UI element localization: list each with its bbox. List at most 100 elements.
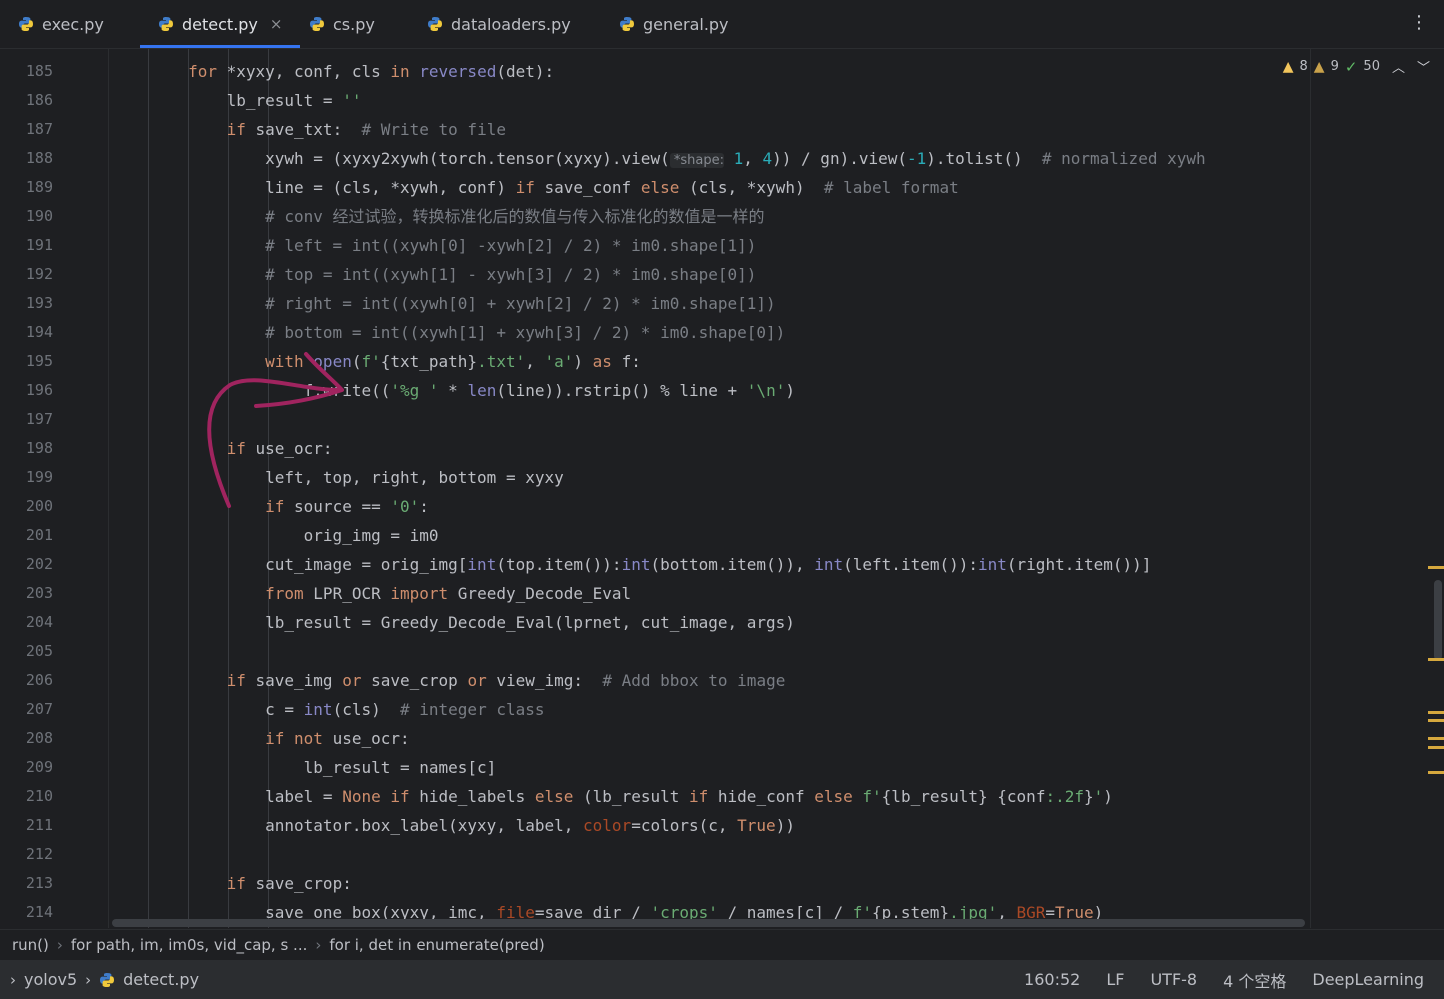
- code-token: 1: [733, 149, 744, 168]
- code-token: as: [592, 352, 622, 371]
- code-token: (right.item())]: [1006, 555, 1152, 574]
- code-line[interactable]: f.write(('%g ' * len(line)).rstrip() % l…: [111, 376, 795, 405]
- tab-detect-py[interactable]: detect.py ×: [140, 0, 301, 48]
- code-token: view_img:: [496, 671, 603, 690]
- code-editor[interactable]: 185 186 187 188 189 190 191 192 193 194 195 196 197 1…: [0, 49, 1444, 928]
- code-token: else: [814, 787, 863, 806]
- code-token: # label format: [823, 178, 959, 197]
- code-line[interactable]: line = (cls, *xywh, conf) if save_conf e…: [111, 173, 959, 202]
- code-line[interactable]: if save_img or save_crop or view_img: # …: [111, 666, 786, 695]
- warning-count: 8: [1299, 59, 1308, 74]
- line-number: 210: [25, 787, 53, 805]
- breadcrumb-item[interactable]: run(): [12, 936, 49, 954]
- code-line[interactable]: label = None if hide_labels else (lb_res…: [111, 782, 1113, 811]
- code-line[interactable]: for *xyxy, conf, cls in reversed(det):: [111, 57, 554, 86]
- tab-dataloaders-py[interactable]: dataloaders.py: [427, 0, 571, 48]
- warning-stripe-mark[interactable]: [1428, 737, 1444, 740]
- code-line[interactable]: # left = int((xywh[0] -xywh[2] / 2) * im…: [111, 231, 756, 260]
- inspection-widget[interactable]: ▲ 8 ▲ 9 ✓ 50 ︿ ﹀: [1282, 57, 1430, 77]
- code-line[interactable]: xywh = (xyxy2xywh(torch.tensor(xyxy).vie…: [111, 144, 1206, 173]
- code-token: import: [390, 584, 458, 603]
- chevron-down-icon[interactable]: ﹀: [1417, 57, 1430, 76]
- code-token: {txt_path}: [380, 352, 478, 371]
- warning-stripe-mark[interactable]: [1428, 658, 1444, 661]
- code-line[interactable]: annotator.box_label(xyxy, label, color=c…: [111, 811, 795, 840]
- tab-label: exec.py: [42, 14, 104, 34]
- tab-label: general.py: [643, 14, 729, 34]
- code-token: *: [438, 381, 468, 400]
- code-breadcrumb: run() › for path, im, im0s, vid_cap, s .…: [0, 929, 1444, 960]
- code-line[interactable]: if save_txt: # Write to file: [111, 115, 506, 144]
- code-token: else: [640, 178, 689, 197]
- code-line[interactable]: orig_img = im0: [111, 521, 439, 550]
- code-token: save_crop:: [255, 874, 352, 893]
- code-line[interactable]: if use_ocr:: [111, 434, 333, 463]
- code-line[interactable]: from LPR_OCR import Greedy_Decode_Eval: [111, 579, 631, 608]
- python-interpreter[interactable]: DeepLearning: [1312, 970, 1424, 989]
- code-token: LPR_OCR: [313, 584, 391, 603]
- code-token: use_ocr:: [255, 439, 333, 458]
- code-token: (bottom.item()),: [650, 555, 815, 574]
- code-token: True: [737, 816, 776, 835]
- vertical-scrollbar-thumb[interactable]: [1434, 580, 1442, 660]
- code-token: line = (cls, *xywh, conf): [111, 178, 516, 197]
- breadcrumb-item[interactable]: for path, im, im0s, vid_cap, s ...: [71, 936, 307, 954]
- code-token: {lb_result}: [881, 787, 988, 806]
- code-line[interactable]: lb_result = Greedy_Decode_Eval(lprnet, c…: [111, 608, 795, 637]
- breadcrumb-item[interactable]: for i, det in enumerate(pred): [329, 936, 544, 954]
- code-line[interactable]: with open(f'{txt_path}.txt', 'a') as f:: [111, 347, 641, 376]
- chevron-up-icon[interactable]: ︿: [1392, 57, 1405, 76]
- file-name[interactable]: detect.py: [123, 970, 199, 989]
- code-line[interactable]: if source == '0':: [111, 492, 429, 521]
- code-token: source ==: [294, 497, 391, 516]
- code-line[interactable]: lb_result = '': [111, 86, 362, 115]
- code-line[interactable]: lb_result = names[c]: [111, 753, 497, 782]
- right-margin-guide: [1310, 49, 1311, 928]
- code-line[interactable]: left, top, right, bottom = xyxy: [111, 463, 564, 492]
- line-number: 194: [25, 323, 53, 341]
- weak-warning-icon: ▲: [1313, 58, 1325, 75]
- tab-label: dataloaders.py: [451, 14, 571, 34]
- code-line[interactable]: cut_image = orig_img[int(top.item()):int…: [111, 550, 1151, 579]
- code-line[interactable]: if not use_ocr:: [111, 724, 410, 753]
- project-name[interactable]: yolov5: [24, 970, 77, 989]
- code-token: hide_labels: [419, 787, 535, 806]
- tab-exec-py[interactable]: exec.py: [18, 0, 104, 48]
- warning-stripe-mark[interactable]: [1428, 719, 1444, 722]
- close-tab-icon[interactable]: ×: [270, 15, 283, 33]
- line-number: 205: [25, 642, 53, 660]
- code-line[interactable]: # right = int((xywh[0] + xywh[2] / 2) * …: [111, 289, 776, 318]
- line-number: 214: [25, 903, 53, 921]
- line-separator[interactable]: LF: [1106, 970, 1124, 989]
- file-encoding[interactable]: UTF-8: [1150, 970, 1197, 989]
- horizontal-scrollbar[interactable]: [112, 919, 1305, 927]
- code-line[interactable]: # conv 经过试验，转换标准化后的数值与传入标准化的数值是一样的: [111, 202, 764, 231]
- line-number: 200: [25, 497, 53, 515]
- code-line[interactable]: # bottom = int((xywh[1] + xywh[3] / 2) *…: [111, 318, 785, 347]
- tab-general-py[interactable]: general.py: [619, 0, 729, 48]
- code-line[interactable]: # top = int((xywh[1] - xywh[3] / 2) * im…: [111, 260, 756, 289]
- code-token: 4: [762, 149, 773, 168]
- warning-stripe-mark[interactable]: [1428, 566, 1444, 569]
- line-number: 195: [25, 352, 53, 370]
- warning-stripe-mark[interactable]: [1428, 771, 1444, 774]
- code-token: '': [342, 91, 362, 110]
- code-line[interactable]: c = int(cls) # integer class: [111, 695, 544, 724]
- code-token: }: [1083, 787, 1094, 806]
- line-number: 202: [25, 555, 53, 573]
- code-token: ): [573, 352, 593, 371]
- code-line[interactable]: if save_crop:: [111, 869, 352, 898]
- warning-icon: ▲: [1282, 58, 1294, 75]
- code-token: if: [689, 787, 718, 806]
- python-icon: [310, 17, 324, 31]
- more-tabs-menu-icon[interactable]: ⋮: [1410, 12, 1428, 33]
- code-token: if: [390, 787, 420, 806]
- warning-stripe-mark[interactable]: [1428, 746, 1444, 749]
- indent-setting[interactable]: 4 个空格: [1223, 968, 1286, 992]
- code-token: with: [111, 352, 314, 371]
- code-token: if: [111, 497, 295, 516]
- cursor-position[interactable]: 160:52: [1024, 970, 1080, 989]
- warning-stripe-mark[interactable]: [1428, 711, 1444, 714]
- tab-cs-py[interactable]: cs.py: [309, 0, 375, 48]
